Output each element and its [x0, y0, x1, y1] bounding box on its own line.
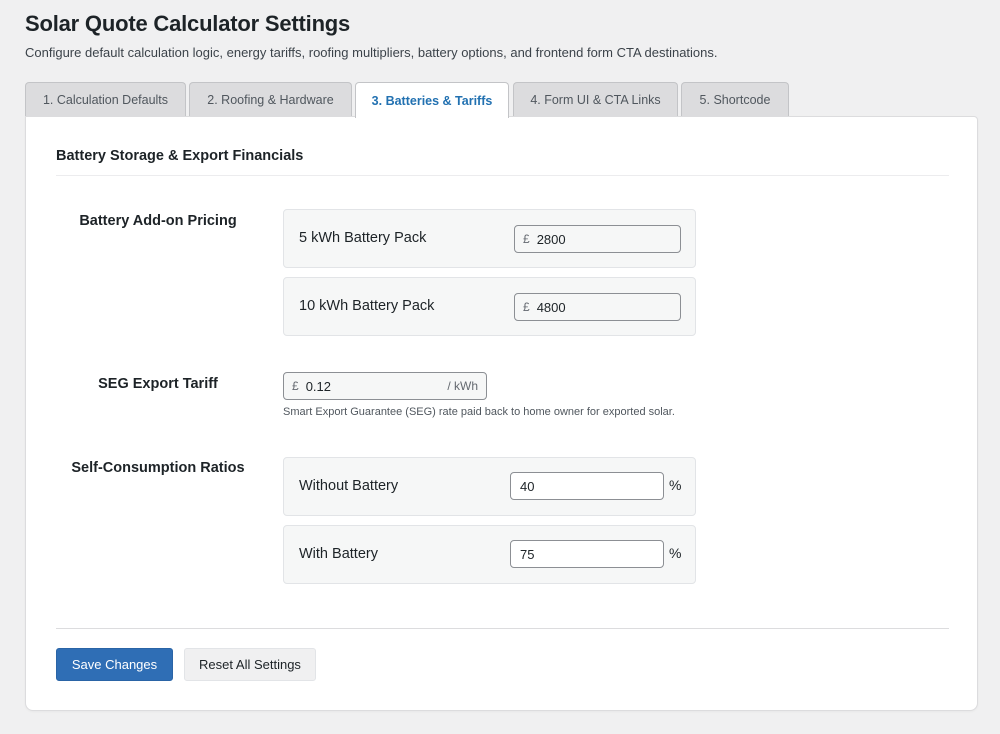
section-title: Battery Storage & Export Financials: [56, 148, 304, 164]
seg-tariff-unit: / kWh: [447, 379, 478, 393]
without-battery-option: Without Battery 40 %: [283, 457, 696, 516]
battery-10kwh-price-value: 4800: [536, 299, 566, 315]
pound-icon: £: [292, 379, 299, 393]
footer-divider: [56, 628, 949, 629]
page-title: Solar Quote Calculator Settings: [25, 11, 351, 36]
tab-calculation-defaults[interactable]: 1. Calculation Defaults: [25, 82, 186, 117]
seg-tariff-input[interactable]: £ 0.12 / kWh: [283, 372, 487, 400]
tab-shortcode[interactable]: 5. Shortcode: [681, 82, 789, 117]
settings-panel: Battery Storage & Export Financials Batt…: [25, 116, 978, 711]
with-battery-label: With Battery: [299, 546, 378, 562]
battery-5kwh-label: 5 kWh Battery Pack: [299, 230, 427, 246]
percent-unit: %: [669, 477, 682, 493]
without-battery-label: Without Battery: [299, 478, 399, 494]
settings-page: Solar Quote Calculator Settings Configur…: [0, 0, 1000, 734]
save-changes-button[interactable]: Save Changes: [56, 648, 173, 681]
page-description: Configure default calculation logic, ene…: [25, 45, 718, 60]
seg-tariff-help: Smart Export Guarantee (SEG) rate paid b…: [283, 406, 675, 418]
reset-settings-button[interactable]: Reset All Settings: [184, 648, 316, 681]
with-battery-input[interactable]: 75: [510, 540, 664, 568]
tab-roofing-hardware[interactable]: 2. Roofing & Hardware: [189, 82, 352, 117]
battery-10kwh-label: 10 kWh Battery Pack: [299, 298, 435, 314]
seg-tariff-value: 0.12: [305, 378, 331, 394]
battery-10kwh-price-input[interactable]: £ 4800: [514, 293, 681, 321]
battery-pricing-label: Battery Add-on Pricing: [79, 213, 237, 229]
self-consumption-label: Self-Consumption Ratios: [71, 460, 245, 476]
battery-10kwh-option: 10 kWh Battery Pack £ 4800: [283, 277, 696, 336]
without-battery-input[interactable]: 40: [510, 472, 664, 500]
pound-icon: £: [523, 232, 530, 246]
battery-5kwh-price-value: 2800: [536, 231, 566, 247]
tab-batteries-tariffs[interactable]: 3. Batteries & Tariffs: [355, 82, 509, 118]
battery-5kwh-price-input[interactable]: £ 2800: [514, 225, 681, 253]
seg-tariff-label: SEG Export Tariff: [98, 376, 218, 392]
battery-5kwh-option: 5 kWh Battery Pack £ 2800: [283, 209, 696, 268]
section-divider: [56, 175, 949, 176]
tab-form-ui-cta-links[interactable]: 4. Form UI & CTA Links: [513, 82, 678, 117]
pound-icon: £: [523, 300, 530, 314]
with-battery-option: With Battery 75 %: [283, 525, 696, 584]
percent-unit: %: [669, 545, 682, 561]
